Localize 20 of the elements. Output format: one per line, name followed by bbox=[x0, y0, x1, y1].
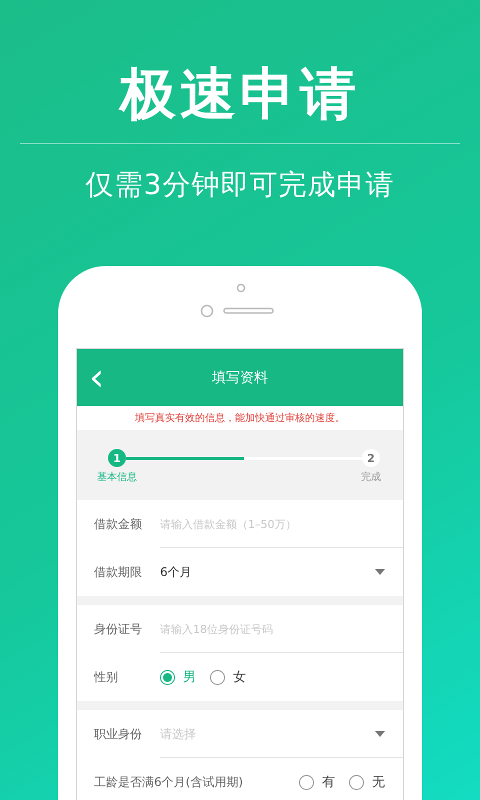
radio-option[interactable]: 有 bbox=[299, 773, 335, 791]
radio-option[interactable]: 女 bbox=[210, 668, 246, 686]
step-label: 基本信息 bbox=[97, 470, 137, 484]
select-value[interactable]: 6个月 bbox=[160, 564, 192, 580]
field-label: 借款期限 bbox=[94, 564, 143, 580]
radio-option[interactable]: 无 bbox=[349, 773, 385, 791]
dropdown-caret-icon bbox=[375, 731, 385, 737]
step-number: 2 bbox=[362, 449, 380, 467]
notice-text: 填写真实有效的信息，能加快通过审核的速度。 bbox=[77, 406, 403, 430]
subtitle: 仅需3分钟即可完成申请 bbox=[86, 168, 394, 202]
dropdown-caret-icon bbox=[375, 569, 385, 575]
step-label: 完成 bbox=[361, 470, 381, 484]
field-label: 借款金额 bbox=[94, 516, 143, 532]
field-label: 身份证号 bbox=[94, 620, 143, 638]
step-number: 1 bbox=[108, 449, 126, 467]
field-label: 职业身份 bbox=[94, 726, 143, 742]
headline: 极速申请 bbox=[120, 61, 360, 129]
screen-title: 填写资料 bbox=[212, 368, 268, 386]
field-label: 工龄是否满6个月(含试用期) bbox=[94, 774, 244, 790]
field-label: 性别 bbox=[94, 668, 119, 686]
